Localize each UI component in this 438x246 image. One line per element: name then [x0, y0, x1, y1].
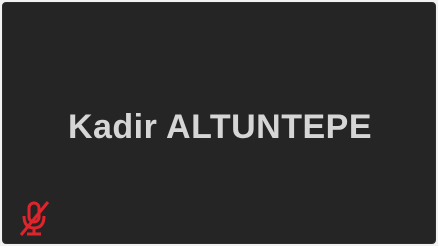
participant-name: Kadir ALTUNTEPE: [67, 108, 373, 146]
microphone-muted-icon: [16, 198, 52, 238]
participant-video-tile[interactable]: Kadir ALTUNTEPE: [2, 2, 436, 244]
